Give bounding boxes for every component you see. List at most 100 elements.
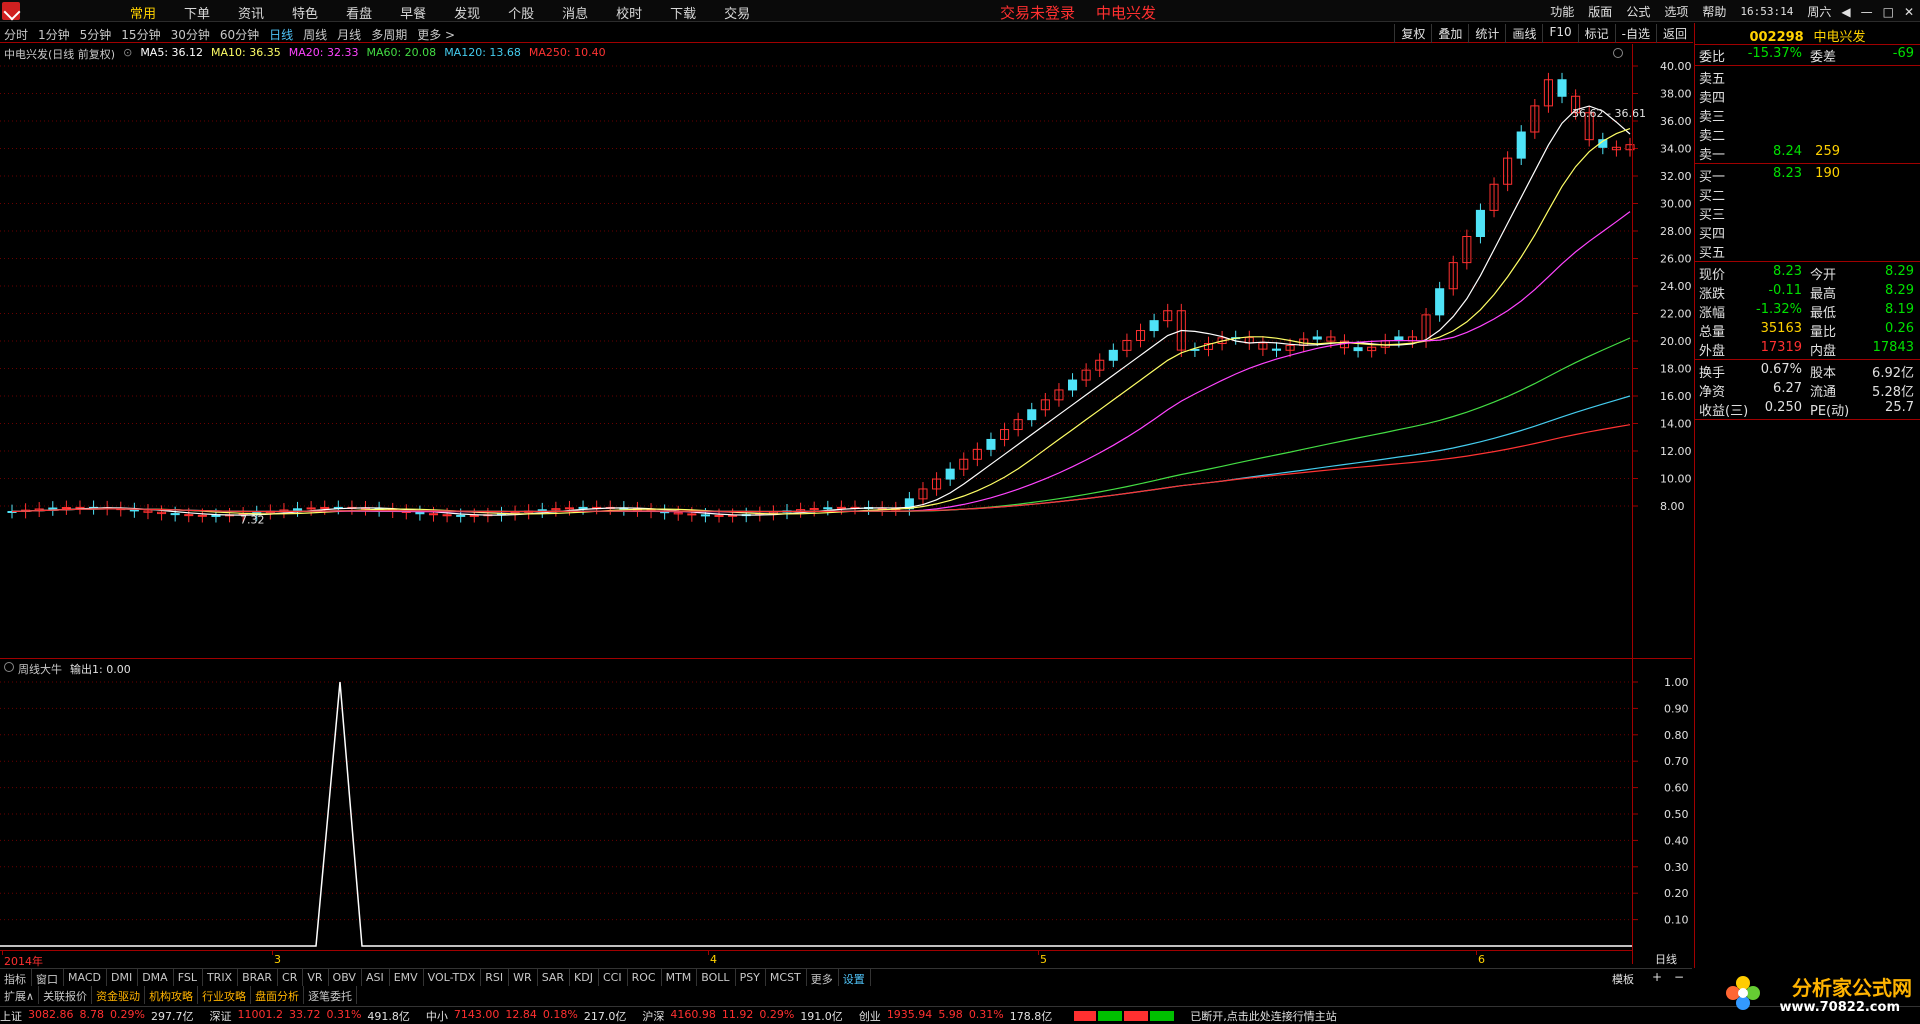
connection-status[interactable]: 已断开,点击此处连接行情主站 xyxy=(1190,1008,1337,1024)
candle-body[interactable] xyxy=(1353,347,1363,352)
menu-item[interactable]: 交易 xyxy=(724,3,750,22)
candle-body[interactable] xyxy=(564,507,575,510)
menu-item[interactable]: 下载 xyxy=(670,3,696,22)
index-item[interactable]: 深证 11001.2 33.72 0.31% 491.8亿 xyxy=(209,1008,415,1024)
sub-tab[interactable]: 关联报价 xyxy=(39,986,93,1004)
candle-body[interactable] xyxy=(836,506,846,509)
app-logo-icon[interactable] xyxy=(2,2,20,20)
candle-body[interactable] xyxy=(61,506,71,509)
candle-body[interactable] xyxy=(1435,288,1445,316)
chart-tool-button[interactable]: 标记 xyxy=(1577,24,1615,43)
indicator-tab[interactable]: MACD xyxy=(64,969,107,986)
period-label[interactable]: 日线 xyxy=(1655,951,1677,967)
menu-item[interactable]: 特色 xyxy=(292,3,318,22)
chart-tool-button[interactable]: 统计 xyxy=(1468,24,1505,43)
indicator-tab[interactable]: TRIX xyxy=(203,969,239,986)
candle-body[interactable] xyxy=(728,514,738,517)
indicator-tab[interactable]: VR xyxy=(303,969,329,986)
indicator-tab[interactable]: RSI xyxy=(481,969,510,986)
menu-function[interactable]: 功能 xyxy=(1550,3,1574,20)
indicator-tab[interactable]: DMI xyxy=(107,969,139,986)
candle-body[interactable] xyxy=(1516,131,1526,159)
sub-tab[interactable]: 行业攻略 xyxy=(198,986,252,1004)
menu-item[interactable]: 发现 xyxy=(454,3,480,22)
indicator-tab[interactable]: ASI xyxy=(362,969,390,986)
indicator-tab[interactable]: 窗口 xyxy=(32,969,64,986)
candle-body[interactable] xyxy=(415,511,425,515)
candle-body[interactable] xyxy=(442,514,452,517)
template-button[interactable]: 模板 xyxy=(1612,971,1634,987)
indicator-tab[interactable]: DMA xyxy=(138,969,174,986)
indicator-tab[interactable]: ROC xyxy=(628,969,662,986)
indicator-tab[interactable]: CCI xyxy=(599,969,628,986)
candle-body[interactable] xyxy=(714,514,724,517)
candle-body[interactable] xyxy=(469,514,479,517)
candle-body[interactable] xyxy=(129,509,139,512)
login-status[interactable]: 交易未登录 xyxy=(1000,2,1075,23)
menu-item[interactable]: 个股 xyxy=(508,3,534,22)
candle-body[interactable] xyxy=(184,514,194,517)
chart-tool-button[interactable]: 返回 xyxy=(1655,24,1693,43)
period-tab[interactable]: 月线 xyxy=(337,26,361,43)
maximize-icon[interactable]: □ xyxy=(1883,5,1894,19)
indicator-tab[interactable]: PSY xyxy=(736,969,766,986)
indicator-tab[interactable]: MTM xyxy=(662,969,698,986)
chart-tool-button[interactable]: -自选 xyxy=(1614,24,1656,43)
candle-body[interactable] xyxy=(211,514,221,517)
back-arrow-icon[interactable]: ◀ xyxy=(1841,5,1850,19)
menu-item[interactable]: 资讯 xyxy=(238,3,264,22)
sub-tab[interactable]: 盘面分析 xyxy=(251,986,305,1004)
indicator-chart[interactable]: 1.00 0.90 0.80 0.70 0.60 0.50 0.40 0.30 0.20 0.10 xyxy=(0,668,1692,950)
menu-help[interactable]: 帮助 xyxy=(1702,3,1726,20)
index-item[interactable]: 创业 1935.94 5.98 0.31% 178.8亿 xyxy=(859,1008,1058,1024)
candle-body[interactable] xyxy=(986,438,996,450)
candle-body[interactable] xyxy=(320,506,330,509)
menu-item[interactable]: 看盘 xyxy=(346,3,372,22)
chart-tool-button[interactable]: 叠加 xyxy=(1431,24,1468,43)
candle-body[interactable] xyxy=(48,507,58,510)
period-tab[interactable]: 周线 xyxy=(303,26,327,43)
indicator-tab[interactable]: 更多 xyxy=(807,969,839,986)
chart-tool-button[interactable]: 画线 xyxy=(1505,24,1542,43)
menu-item[interactable]: 常用 xyxy=(130,3,156,22)
indicator-tab[interactable]: MCST xyxy=(766,969,807,986)
candle-body[interactable] xyxy=(1475,209,1485,237)
sub-tab[interactable]: 逐笔委托 xyxy=(304,986,358,1004)
close-icon[interactable]: ✕ xyxy=(1904,5,1914,19)
candle-body[interactable] xyxy=(170,513,180,516)
candle-body[interactable] xyxy=(197,514,207,517)
candle-body[interactable] xyxy=(578,506,588,509)
zoom-out-button[interactable]: − xyxy=(1674,970,1684,984)
chart-tool-button[interactable]: 复权 xyxy=(1394,24,1431,43)
sub-tab[interactable]: 扩展∧ xyxy=(0,986,40,1004)
period-tab[interactable]: 多周期 xyxy=(371,26,407,43)
sub-tab[interactable]: 机构攻略 xyxy=(145,986,199,1004)
indicator-tab[interactable]: WR xyxy=(509,969,538,986)
chart-tool-button[interactable]: F10 xyxy=(1542,24,1577,43)
indicator-tab[interactable]: SAR xyxy=(538,969,571,986)
candle-body[interactable] xyxy=(1108,349,1118,361)
candle-body[interactable] xyxy=(1027,409,1037,421)
period-tab[interactable]: 60分钟 xyxy=(220,26,259,43)
menu-item[interactable]: 校时 xyxy=(616,3,642,22)
zoom-in-button[interactable]: + xyxy=(1652,970,1662,984)
period-tab[interactable]: 30分钟 xyxy=(171,26,210,43)
indicator-tab[interactable]: KDJ xyxy=(570,969,599,986)
candle-body[interactable] xyxy=(306,507,316,510)
period-tab[interactable]: 日线 xyxy=(269,26,293,43)
kline-chart[interactable]: 40.00 38.00 36.00 34.00 32.00 30.00 28.00 26.00… xyxy=(0,58,1692,658)
minimize-icon[interactable]: — xyxy=(1861,5,1873,19)
menu-formula[interactable]: 公式 xyxy=(1626,3,1650,20)
indicator-tab[interactable]: EMV xyxy=(390,969,424,986)
index-item[interactable]: 上证 3082.86 8.78 0.29% 297.7亿 xyxy=(0,1008,199,1024)
indicator-tab[interactable]: VOL-TDX xyxy=(424,969,482,986)
indicator-tab[interactable]: 指标 xyxy=(0,969,32,986)
period-tab[interactable]: 分时 xyxy=(4,26,28,43)
period-tab[interactable]: 更多 > xyxy=(417,26,455,43)
candle-body[interactable] xyxy=(1149,320,1159,332)
indicator-tab[interactable]: FSL xyxy=(174,969,203,986)
period-tab[interactable]: 1分钟 xyxy=(38,26,70,43)
candle-body[interactable] xyxy=(687,513,697,516)
candle-body[interactable] xyxy=(292,508,303,511)
indicator-tab[interactable]: CR xyxy=(278,969,304,986)
